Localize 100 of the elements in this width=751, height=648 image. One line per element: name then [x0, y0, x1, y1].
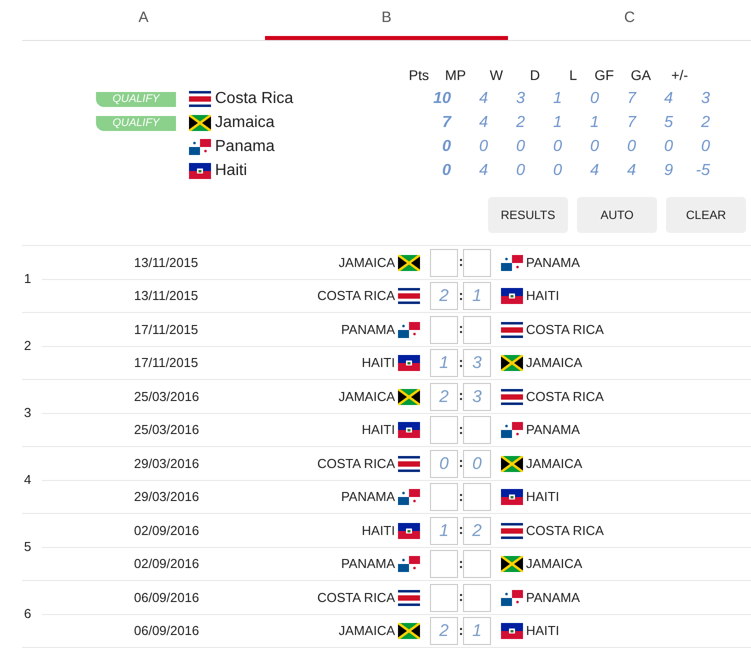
- score-field[interactable]: 1: [430, 349, 458, 377]
- away-team: PANAMA: [526, 588, 580, 607]
- score-field[interactable]: [463, 316, 491, 344]
- score-field[interactable]: [463, 483, 491, 511]
- group-tab[interactable]: B: [265, 0, 508, 40]
- stat-value: 4: [479, 90, 488, 107]
- stat-value: 0: [553, 162, 562, 179]
- score-field[interactable]: [463, 416, 491, 444]
- away-team: JAMAICA: [526, 354, 582, 372]
- score-field[interactable]: [430, 248, 458, 276]
- stat-value: 1: [553, 114, 562, 131]
- score-field[interactable]: 3: [463, 382, 491, 410]
- action-button[interactable]: AUTO: [577, 197, 657, 233]
- saltire-flag-icon: [501, 556, 523, 572]
- home-team: COSTA RICA: [317, 287, 395, 306]
- bicolor-flag-icon: [501, 489, 523, 505]
- striped-flag-icon: [398, 288, 420, 304]
- saltire-flag-icon: [189, 115, 211, 131]
- away-team: COSTA RICA: [526, 522, 604, 540]
- action-button[interactable]: RESULTS: [488, 197, 568, 233]
- group-tab[interactable]: C: [508, 0, 751, 40]
- quartered-flag-icon: [189, 139, 211, 155]
- score-separator-icon: [458, 393, 463, 400]
- score-separator-icon: [458, 527, 463, 534]
- stat-value: 0: [701, 138, 710, 155]
- qualify-badge: QUALIFY: [96, 92, 176, 106]
- stat-value: 0: [516, 138, 525, 155]
- score-value: 2: [439, 285, 449, 308]
- home-team: HAITI: [362, 421, 395, 440]
- home-team: JAMAICA: [338, 254, 395, 272]
- score-separator-icon: [458, 460, 463, 467]
- stat-value: 4: [627, 162, 636, 179]
- stat-value: 0: [442, 162, 451, 179]
- match-date: 25/03/2016: [134, 421, 200, 440]
- score-field[interactable]: 1: [463, 617, 491, 645]
- striped-flag-icon: [398, 456, 420, 472]
- column-header: MP: [445, 66, 466, 82]
- team-name: Haiti: [215, 161, 248, 181]
- score-field[interactable]: 1: [463, 282, 491, 310]
- score-field[interactable]: 2: [430, 617, 458, 645]
- home-team: JAMAICA: [338, 388, 395, 406]
- score-field[interactable]: [430, 584, 458, 612]
- column-header: GF: [594, 66, 614, 82]
- stat-value: 3: [701, 90, 710, 107]
- round-number: 5: [24, 538, 32, 556]
- away-team: HAITI: [526, 622, 560, 640]
- stat-value: 4: [479, 114, 488, 131]
- score-field[interactable]: 2: [430, 282, 458, 310]
- away-team: PANAMA: [526, 254, 580, 272]
- score-field[interactable]: [463, 584, 491, 612]
- striped-flag-icon: [501, 322, 523, 338]
- stat-value: 7: [627, 114, 636, 131]
- score-field[interactable]: [463, 550, 491, 578]
- striped-flag-icon: [501, 522, 523, 538]
- stat-value: 0: [590, 138, 599, 155]
- team-name: Costa Rica: [215, 89, 294, 109]
- score-field[interactable]: 0: [430, 450, 458, 478]
- group-tab[interactable]: A: [22, 0, 265, 40]
- score-separator-icon: [458, 560, 463, 568]
- score-field[interactable]: [430, 550, 458, 578]
- column-header: GA: [630, 66, 651, 82]
- bicolor-flag-icon: [501, 623, 523, 639]
- score-value: 0: [439, 452, 449, 475]
- round-number: 1: [24, 270, 32, 288]
- score-field[interactable]: 3: [463, 349, 491, 377]
- stat-value: 1: [590, 114, 599, 131]
- stat-value: -5: [696, 162, 710, 179]
- score-field[interactable]: 2: [463, 516, 491, 544]
- home-team: JAMAICA: [338, 622, 395, 640]
- score-field[interactable]: [430, 316, 458, 344]
- striped-flag-icon: [398, 590, 420, 606]
- stat-value: 7: [627, 90, 636, 107]
- score-value: 1: [439, 520, 449, 542]
- stat-value: 4: [590, 162, 599, 179]
- qualify-badge: QUALIFY: [96, 116, 176, 130]
- score-field[interactable]: 2: [430, 382, 458, 410]
- home-team: PANAMA: [341, 320, 395, 339]
- saltire-flag-icon: [398, 254, 420, 270]
- stat-value: 2: [516, 114, 525, 131]
- round-number: 3: [24, 404, 32, 422]
- stat-value: 10: [433, 90, 451, 107]
- quartered-flag-icon: [398, 322, 420, 338]
- away-team: COSTA RICA: [526, 388, 604, 406]
- quartered-flag-icon: [398, 556, 420, 572]
- quartered-flag-icon: [398, 489, 420, 505]
- stat-value: 0: [590, 90, 599, 107]
- striped-flag-icon: [189, 91, 211, 107]
- away-team: PANAMA: [526, 421, 580, 440]
- round-number: 6: [24, 605, 32, 624]
- stat-value: 4: [664, 90, 673, 107]
- score-field[interactable]: [430, 483, 458, 511]
- score-field[interactable]: [463, 248, 491, 276]
- away-team: HAITI: [526, 287, 560, 306]
- action-button[interactable]: CLEAR: [666, 197, 746, 233]
- score-field[interactable]: 0: [463, 450, 491, 478]
- score-field[interactable]: 1: [430, 516, 458, 544]
- home-team: PANAMA: [341, 488, 395, 506]
- match-date: 25/03/2016: [134, 388, 200, 406]
- score-field[interactable]: [430, 416, 458, 444]
- match-date: 13/11/2015: [134, 254, 200, 272]
